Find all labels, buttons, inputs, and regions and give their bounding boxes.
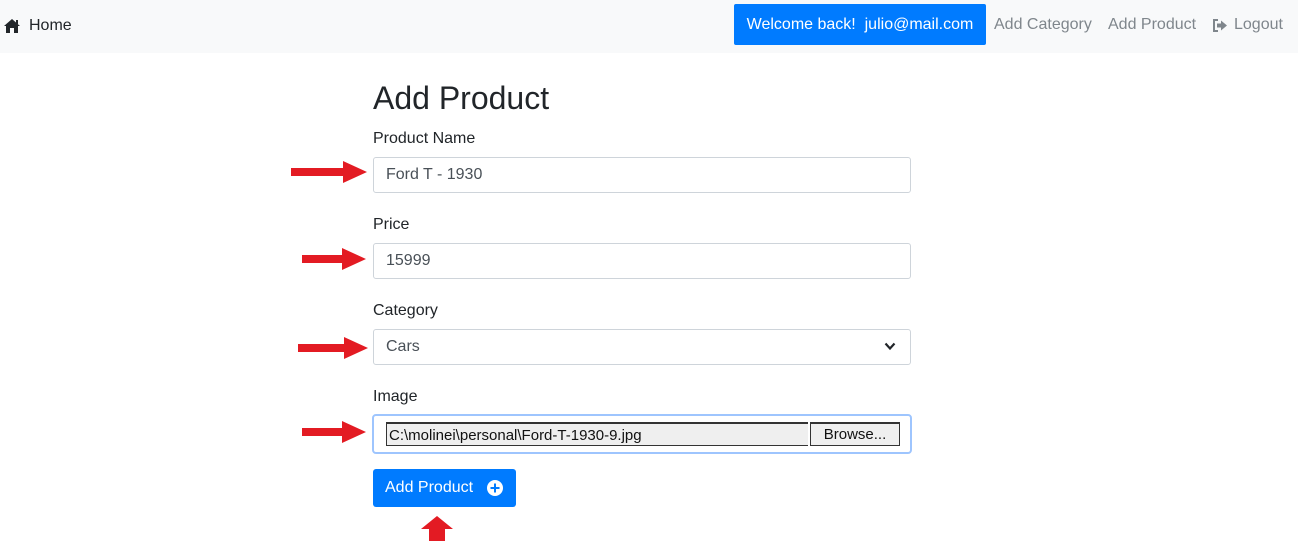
category-select[interactable]: Cars	[373, 329, 911, 365]
nav-home-link[interactable]: Home	[3, 14, 72, 38]
welcome-badge: Welcome back! julio@mail.com	[734, 4, 986, 45]
nav-home-label: Home	[29, 17, 72, 34]
navbar: Home Welcome back! julio@mail.com Add Ca…	[0, 0, 1298, 53]
product-name-input[interactable]: Ford T - 1930	[373, 157, 911, 193]
nav-add-product-link[interactable]: Add Product	[1108, 16, 1196, 34]
image-file-input[interactable]: C:\molinei\personal\Ford-T-1930-9.jpg Br…	[372, 414, 912, 454]
plus-circle-icon	[487, 480, 503, 496]
annotation-arrow	[298, 337, 368, 359]
add-product-button[interactable]: Add Product	[373, 469, 516, 507]
nav-add-category-link[interactable]: Add Category	[994, 16, 1092, 34]
price-input[interactable]: 15999	[373, 243, 911, 279]
category-label: Category	[373, 302, 438, 319]
product-name-label: Product Name	[373, 130, 476, 147]
annotation-arrow	[302, 248, 366, 270]
page-title: Add Product	[373, 80, 550, 116]
annotation-arrow	[302, 421, 366, 443]
home-icon	[4, 19, 20, 33]
logout-icon	[1213, 18, 1227, 32]
image-label: Image	[373, 388, 418, 405]
price-label: Price	[373, 216, 410, 233]
annotation-arrow	[291, 161, 367, 183]
nav-logout-label: Logout	[1234, 16, 1283, 33]
category-selected-value: Cars	[386, 338, 420, 355]
add-product-button-label: Add Product	[385, 479, 474, 496]
browse-button[interactable]: Browse...	[810, 422, 900, 446]
annotation-arrow	[421, 516, 453, 541]
chevron-down-icon	[884, 342, 896, 351]
image-file-path: C:\molinei\personal\Ford-T-1930-9.jpg	[386, 422, 808, 446]
nav-logout-link[interactable]: Logout	[1212, 16, 1283, 34]
